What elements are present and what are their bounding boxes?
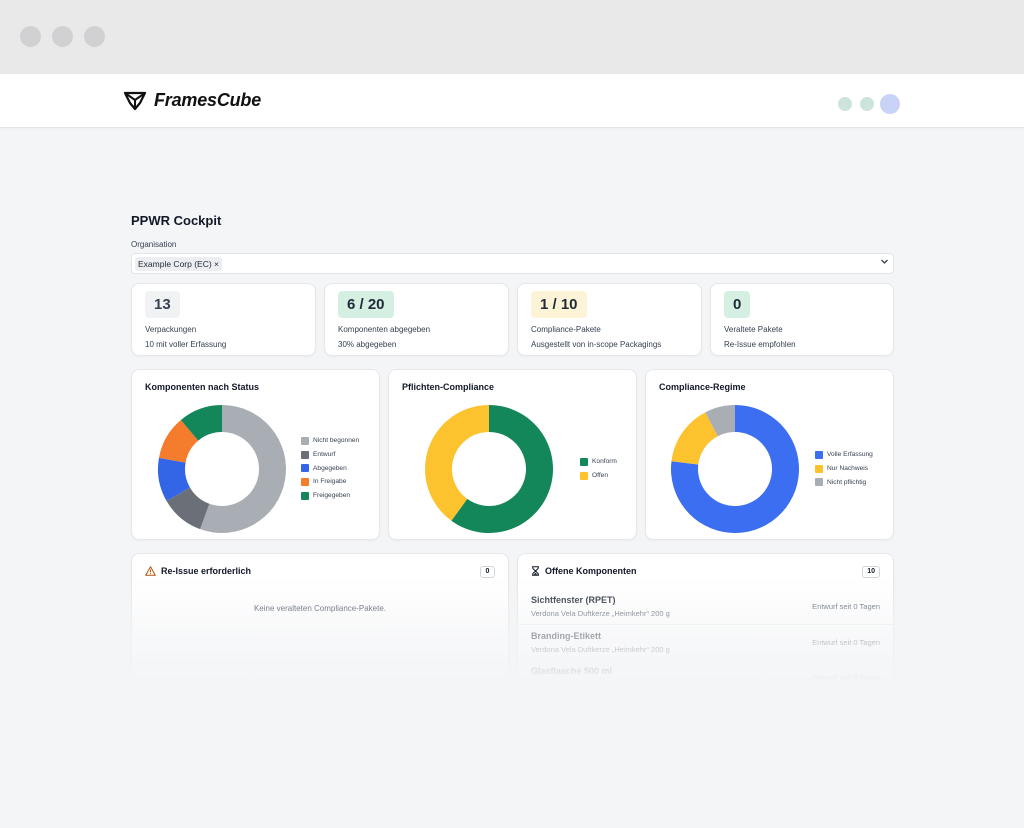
user-avatar[interactable] [880,94,900,114]
warning-icon [145,566,156,576]
legend-item-abgegeben[interactable]: Abgegeben [301,461,359,475]
donut-chart-komponenten-status [158,405,286,533]
legend-label: Offen [592,472,609,480]
reissue-title: Re-Issue erforderlich [161,566,252,576]
chart-card-pflichten-compliance: Pflichten-Compliance Konform Offen [388,369,637,540]
organisation-select[interactable]: Example Corp (EC) × [131,253,894,274]
legend-swatch [580,471,588,480]
kpi-value: 0 [724,291,751,318]
component-name: Branding-Etikett [531,631,602,641]
chart-title: Komponenten nach Status [145,382,260,392]
kpi-label: Compliance-Pakete [531,325,601,334]
component-row[interactable]: Sichtfenster (RPET) Verdona Vela Duftker… [518,589,893,624]
hourglass-icon [532,566,539,576]
legend-label: Entwurf [313,451,336,459]
legend-label: Abgegeben [313,464,347,472]
window-minimize-dot[interactable] [52,26,73,47]
legend-item-konform[interactable]: Konform [580,455,617,469]
legend-label: Freigegeben [313,492,351,500]
kpi-subtext: 10 mit voller Erfassung [145,340,227,349]
legend-item-nicht-pflichtig[interactable]: Nicht pflichtig [815,475,873,489]
header-indicator-dot[interactable] [838,97,852,111]
legend-item-entwurf[interactable]: Entwurf [301,448,359,462]
chevron-down-icon[interactable] [880,257,889,268]
component-product: Verdona Vela Duftkerze „Heimkehr“ 200 g [531,645,670,654]
organisation-label: Organisation [131,240,177,249]
legend-item-nicht-begonnen[interactable]: Nicht begonnen [301,434,359,448]
donut-slice-offen[interactable] [425,405,489,521]
legend-swatch [815,478,823,487]
legend-label: Nicht begonnen [313,437,360,445]
top-navigation-bar: FramesCube [0,74,1024,128]
header-indicator-dot[interactable] [860,97,874,111]
legend-swatch [815,464,823,473]
browser-chrome [0,0,1024,74]
kpi-subtext: 30% abgegeben [338,340,397,349]
open-components-count-badge: 10 [862,566,880,578]
donut-chart-compliance-regime [671,405,799,533]
kpi-label: Komponenten abgegeben [338,325,431,334]
kpi-card-verpackungen[interactable]: 13 Verpackungen 10 mit voller Erfassung [131,283,316,356]
component-name: Glasflasche 500 ml [531,666,613,676]
legend-swatch [301,450,309,459]
dashboard-content: PPWR Cockpit Organisation Example Corp (… [131,213,894,274]
chart-title: Pflichten-Compliance [402,382,495,392]
page-background [0,682,1024,828]
kpi-label: Veraltete Pakete [724,325,783,334]
legend-label: Nicht pflichtig [827,478,867,486]
kpi-value: 6 / 20 [338,291,394,318]
donut-chart-pflichten-compliance [425,405,553,533]
open-components-title: Offene Komponenten [545,566,637,576]
kpi-card-compliance-pakete[interactable]: 1 / 10 Compliance-Pakete Ausgestellt von… [517,283,702,356]
legend-swatch [301,436,309,445]
legend-swatch [301,491,309,500]
kpi-subtext: Ausgestellt von in-scope Packagings [531,340,662,349]
legend-item-in-freigabe[interactable]: In Freigabe [301,475,359,489]
chart-card-compliance-regime: Compliance-Regime Volle Erfassung Nur Nac… [645,369,894,540]
legend-swatch [580,457,588,466]
legend-item-freigegeben[interactable]: Freigegeben [301,489,359,503]
reissue-empty-message: Keine veralteten Compliance-Pakete. [253,604,387,613]
panel-title: Re-Issue erforderlich [145,566,251,576]
legend-swatch [815,450,823,459]
component-row[interactable]: Branding-Etikett Verdona Vela Duftkerze … [518,624,893,659]
panel-title: Offene Komponenten [531,566,637,576]
page-title: PPWR Cockpit [131,213,222,228]
kpi-value: 1 / 10 [531,291,587,318]
legend-swatch [301,464,309,473]
chart-card-komponenten-status: Komponenten nach Status Nicht begonnen En… [131,369,380,540]
window-close-dot[interactable] [20,26,41,47]
legend-item-offen[interactable]: Offen [580,469,617,483]
legend-label: In Freigabe [313,478,347,486]
legend-item-volle-erfassung[interactable]: Volle Erfassung [815,448,873,462]
legend-label: Konform [592,458,617,466]
legend-swatch [301,477,309,486]
component-status: Entwurf seit 0 Tagen [812,673,880,682]
window-maximize-dot[interactable] [84,26,105,47]
chart-legend: Nicht begonnen Entwurf Abgegeben In Freigab… [301,434,359,502]
chart-legend: Konform Offen [580,455,617,482]
framescube-logo-icon [123,91,147,110]
reissue-count-badge: 0 [480,566,495,578]
kpi-card-komponenten[interactable]: 6 / 20 Komponenten abgegeben 30% abgegeb… [324,283,509,356]
kpi-card-veraltete-pakete[interactable]: 0 Veraltete Pakete Re-Issue empfohlen [710,283,894,356]
legend-label: Nur Nachweis [827,465,869,473]
kpi-subtext: Re-Issue empfohlen [724,340,796,349]
brand-logo[interactable]: FramesCube [123,90,261,111]
component-product: Verdona Vela Duftkerze „Heimkehr“ 200 g [531,609,670,618]
organisation-chip[interactable]: Example Corp (EC) × [135,257,223,271]
kpi-value: 13 [145,291,180,318]
kpi-label: Verpackungen [145,325,197,334]
component-status: Entwurf seit 0 Tagen [812,602,880,611]
component-name: Sichtfenster (RPET) [531,595,616,605]
legend-label: Volle Erfassung [827,451,873,459]
brand-name: FramesCube [154,90,262,110]
legend-item-nur-nachweis[interactable]: Nur Nachweis [815,462,873,476]
chart-legend: Volle Erfassung Nur Nachweis Nicht pflicht… [815,448,873,489]
chart-title: Compliance-Regime [659,382,746,392]
component-status: Entwurf seit 0 Tagen [812,638,880,647]
